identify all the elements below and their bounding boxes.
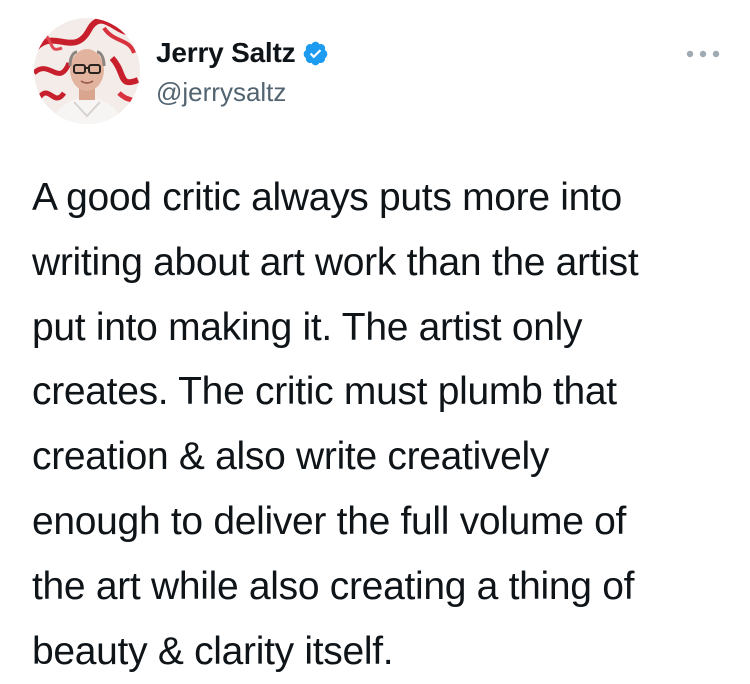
tweet-header: Jerry Saltz @jerrysaltz bbox=[34, 18, 724, 128]
tweet-text-line: the art while also creating a thing of bbox=[32, 564, 635, 608]
more-options-icon[interactable] bbox=[682, 44, 724, 64]
tweet-text: A good critic always puts more into writ… bbox=[32, 166, 732, 684]
tweet-text-line: creates. The critic must plumb that bbox=[32, 370, 617, 414]
verified-badge-icon bbox=[302, 40, 329, 67]
author-info: Jerry Saltz @jerrysaltz bbox=[156, 36, 329, 108]
tweet-text-line: writing about art work than the artist bbox=[32, 240, 639, 284]
tweet-text-line: enough to deliver the full volume of bbox=[32, 499, 627, 543]
avatar[interactable] bbox=[34, 18, 140, 124]
tweet-text-line: creation & also write creatively bbox=[32, 435, 550, 479]
tweet-card: Jerry Saltz @jerrysaltz A good critic al… bbox=[0, 0, 750, 673]
handle[interactable]: @jerrysaltz bbox=[156, 77, 329, 108]
profile-photo bbox=[34, 18, 140, 124]
tweet-text-line: A good critic always puts more into bbox=[32, 176, 622, 219]
tweet-text-line: put into making it. The artist only bbox=[32, 305, 583, 349]
tweet-text-line: beauty & clarity itself. bbox=[32, 629, 394, 673]
name-row: Jerry Saltz bbox=[156, 36, 329, 70]
display-name[interactable]: Jerry Saltz bbox=[156, 37, 296, 69]
